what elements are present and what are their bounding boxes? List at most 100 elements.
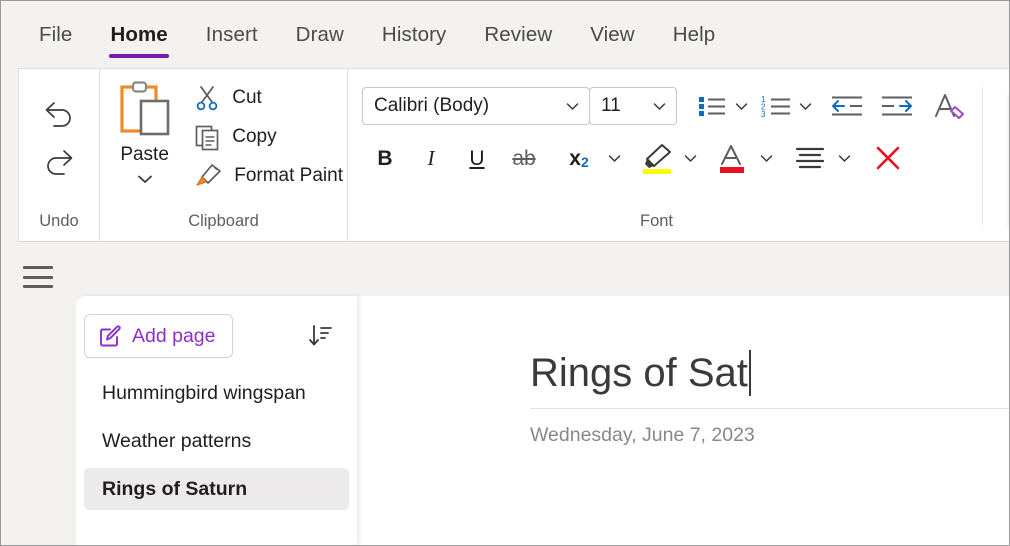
tab-label: Home xyxy=(110,23,168,46)
font-name-value: Calibri (Body) xyxy=(374,95,490,116)
bulleted-list-icon xyxy=(699,97,725,116)
bulleted-list-button[interactable] xyxy=(695,87,729,125)
font-name-chevron[interactable] xyxy=(559,101,589,111)
ribbon: Undo Paste Cut Copy Format Paint Clipboa… xyxy=(18,68,1009,242)
font-size-combobox[interactable]: 11 xyxy=(589,87,677,125)
highlighter-pen-icon xyxy=(643,144,671,174)
subscript-dropdown[interactable] xyxy=(602,139,626,177)
italic-button[interactable]: I xyxy=(408,139,454,177)
note-content: Rings of Sat Wednesday, June 7, 2023 xyxy=(530,350,1009,447)
add-page-button[interactable]: Add page xyxy=(84,314,233,358)
bulleted-list-dropdown[interactable] xyxy=(729,87,753,125)
format-painter-label: Format Paint xyxy=(234,165,343,186)
chevron-down-icon xyxy=(838,155,850,162)
tab-draw[interactable]: Draw xyxy=(277,2,363,68)
hamburger-menu-icon[interactable] xyxy=(21,264,55,290)
align-text-icon xyxy=(795,147,825,169)
increase-indent-button[interactable] xyxy=(877,87,917,125)
increase-indent-icon xyxy=(882,96,912,116)
font-color-icon xyxy=(720,145,744,173)
paste-dropdown-chevron[interactable] xyxy=(136,172,154,190)
page-title: Hummingbird wingspan xyxy=(102,381,306,404)
add-page-label: Add page xyxy=(132,324,216,347)
numbered-list-dropdown[interactable] xyxy=(793,87,817,125)
paste-button[interactable]: Paste xyxy=(100,75,189,190)
chevron-down-icon xyxy=(799,103,811,110)
font-color-button[interactable] xyxy=(712,139,754,177)
sort-pages-button[interactable] xyxy=(303,319,337,353)
tab-insert[interactable]: Insert xyxy=(187,2,277,68)
italic-label: I xyxy=(427,145,435,170)
subscript-button[interactable]: x2 xyxy=(556,139,602,177)
page-list-toolbar: Add page xyxy=(76,296,357,358)
tab-label: Draw xyxy=(295,23,344,46)
chevron-down-icon xyxy=(653,103,666,110)
font-size-value: 11 xyxy=(601,95,621,116)
alignment-button[interactable] xyxy=(788,139,832,177)
tab-file[interactable]: File xyxy=(20,2,91,68)
highlighter-dropdown[interactable] xyxy=(678,139,702,177)
underline-button[interactable]: U xyxy=(454,139,500,177)
ribbon-tab-bar: File Home Insert Draw History Review Vie… xyxy=(2,2,1009,68)
undo-arrow-icon xyxy=(45,102,71,127)
font-row-bottom: B I U ab x2 xyxy=(362,139,910,177)
tab-view[interactable]: View xyxy=(571,2,653,68)
ribbon-group-clipboard: Paste Cut Copy Format Paint Clipboard xyxy=(99,69,347,241)
numbered-list-button[interactable]: 1 2 3 xyxy=(759,87,793,125)
page-list-panel: Add page Hummingbird wingspan Weather pa… xyxy=(76,296,357,545)
tab-label: Review xyxy=(484,23,553,46)
tab-label: View xyxy=(590,23,635,46)
remove-formatting-button[interactable] xyxy=(866,139,910,177)
tab-label: Insert xyxy=(205,23,258,46)
redo-button[interactable] xyxy=(36,141,82,183)
page-list-item-selected[interactable]: Rings of Saturn xyxy=(84,468,349,510)
strikethrough-button[interactable]: ab xyxy=(500,139,548,177)
format-painter-brush-icon xyxy=(196,164,222,186)
redo-arrow-icon xyxy=(47,150,73,175)
page-list-item[interactable]: Weather patterns xyxy=(84,420,349,462)
alignment-dropdown[interactable] xyxy=(832,139,856,177)
chevron-down-icon xyxy=(608,155,620,162)
tab-history[interactable]: History xyxy=(363,2,465,68)
cut-label: Cut xyxy=(232,87,262,108)
scissors-icon xyxy=(196,86,218,111)
format-painter-button[interactable]: Format Paint xyxy=(189,161,347,191)
font-name-combobox[interactable]: Calibri (Body) xyxy=(362,87,590,125)
tab-review[interactable]: Review xyxy=(465,2,571,68)
ribbon-group-undo: Undo xyxy=(19,69,99,241)
tab-label: History xyxy=(381,23,447,46)
work-area: Rings of Sat Wednesday, June 7, 2023 Add… xyxy=(2,242,1009,545)
subscript-label: x xyxy=(569,146,581,170)
chevron-down-icon xyxy=(760,155,772,162)
copy-label: Copy xyxy=(232,126,277,147)
red-x-icon xyxy=(876,146,900,170)
group-label-font: Font xyxy=(639,212,674,230)
page-list-item[interactable]: Hummingbird wingspan xyxy=(84,372,349,414)
paste-label: Paste xyxy=(120,144,169,165)
font-size-chevron[interactable] xyxy=(646,101,676,111)
undo-button[interactable] xyxy=(36,93,82,135)
note-date: Wednesday, June 7, 2023 xyxy=(530,424,755,446)
note-title-field[interactable]: Rings of Sat xyxy=(530,350,1009,396)
copy-button[interactable]: Copy xyxy=(189,122,347,152)
note-title-text: Rings of Sat xyxy=(530,351,748,395)
bold-button[interactable]: B xyxy=(362,139,408,177)
edit-square-icon xyxy=(100,325,121,347)
clear-formatting-icon xyxy=(935,94,964,119)
font-color-dropdown[interactable] xyxy=(754,139,778,177)
tab-help[interactable]: Help xyxy=(654,2,735,68)
numbered-list-icon: 1 2 3 xyxy=(761,95,790,119)
page-title: Weather patterns xyxy=(102,429,252,452)
highlighter-button[interactable] xyxy=(636,139,678,177)
strikethrough-label: ab xyxy=(512,146,536,170)
clipboard-paste-icon xyxy=(120,81,169,136)
tab-home[interactable]: Home xyxy=(91,2,186,68)
onenote-window: File Home Insert Draw History Review Vie… xyxy=(0,0,1010,546)
decrease-indent-button[interactable] xyxy=(827,87,867,125)
cut-button[interactable]: Cut xyxy=(189,83,347,113)
ribbon-group-font: Calibri (Body) 11 1 2 3 B I U ab x 2 Fon… xyxy=(347,69,965,241)
clear-formatting-button[interactable] xyxy=(929,87,969,125)
chevron-down-icon xyxy=(137,175,152,183)
underline-label: U xyxy=(469,146,485,170)
group-label-clipboard: Clipboard xyxy=(188,212,259,230)
